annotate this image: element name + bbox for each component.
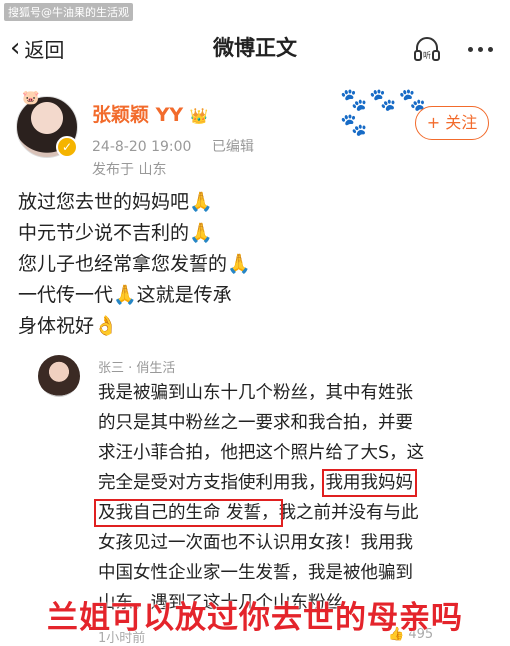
- source-watermark: 搜狐号@牛油果的生活观: [4, 3, 133, 21]
- commenter-avatar[interactable]: [38, 355, 80, 397]
- comment-line-part: 完全是受对方支指使利用我，: [98, 473, 326, 493]
- follow-button[interactable]: + 关注: [415, 106, 489, 140]
- chevron-left-icon: ‹: [10, 33, 21, 63]
- commenter-name[interactable]: 张三 · 俏生活: [98, 357, 175, 376]
- post-location: 发布于 山东: [92, 162, 167, 178]
- post-time: 24-8-20 19:00: [92, 139, 192, 155]
- overlay-caption: 兰姐可以放过你去世的母亲吗: [47, 600, 463, 636]
- author-name-text: 张颖颖 YY: [92, 104, 184, 126]
- author-name[interactable]: 张颖颖 YY 👑: [92, 100, 208, 127]
- back-button[interactable]: ‹ 返回: [10, 28, 64, 68]
- comment-line: 中国女性企业家一生发誓，我是被他骗到: [98, 563, 413, 583]
- comment-line: 女孩见过一次面也不认识用女孩！我用我: [98, 533, 413, 553]
- post-line: 放过您去世的妈妈吧🙏: [18, 191, 213, 213]
- author-header: 🐷 ✓ 张颖颖 YY 👑 24-8-20 19:00 已编辑 发布于 山东 🐾🐾…: [0, 88, 510, 180]
- highlighted-text: 我用我妈妈: [321, 469, 417, 497]
- more-dot-icon: [477, 46, 483, 52]
- headphones-icon: 听: [414, 37, 440, 61]
- listen-button[interactable]: 听: [410, 32, 444, 66]
- more-dot-icon: [487, 46, 493, 52]
- back-label: 返回: [24, 37, 65, 62]
- comment-line: 的只是其中粉丝之一要求和我合拍，并要: [98, 413, 413, 433]
- post-meta: 24-8-20 19:00 已编辑: [92, 136, 254, 156]
- comment-line: 完全是受对方支指使利用我，我用我妈妈: [98, 468, 498, 498]
- more-options-button[interactable]: [462, 32, 498, 66]
- comment-line: 求汪小菲合拍，他把这个照片给了大S，这: [98, 443, 425, 463]
- comment-line: 我是被骗到山东十几个粉丝，其中有姓张: [98, 383, 413, 403]
- more-dot-icon: [467, 46, 473, 52]
- edited-label[interactable]: 已编辑: [212, 139, 254, 155]
- listen-label: 听: [423, 51, 431, 60]
- pig-badge-icon: 🐷: [22, 90, 40, 106]
- author-avatar[interactable]: 🐷 ✓: [16, 90, 78, 158]
- comment-line: 及我自己的生命 发誓，我之前并没有与此: [94, 498, 498, 528]
- verified-badge-icon: ✓: [56, 136, 78, 158]
- comment-line-part: 我之前并没有与此: [278, 503, 419, 523]
- post-body: 放过您去世的妈妈吧🙏 中元节少说不吉利的🙏 您儿子也经常拿您发誓的🙏 一代传一代…: [18, 187, 498, 342]
- post-line: 中元节少说不吉利的🙏: [18, 222, 213, 244]
- highlighted-text: 及我自己的生命 发誓，: [94, 499, 283, 527]
- post-line: 您儿子也经常拿您发誓的🙏: [18, 253, 251, 275]
- post-line: 一代传一代🙏这就是传承: [18, 284, 232, 306]
- comment-text: 我是被骗到山东十几个粉丝，其中有姓张 的只是其中粉丝之一要求和我合拍，并要 求汪…: [94, 378, 498, 618]
- post-line: 身体祝好👌: [18, 315, 118, 337]
- crown-icon: 👑: [189, 107, 209, 125]
- nav-bar: ‹ 返回 微博正文 听: [0, 18, 510, 78]
